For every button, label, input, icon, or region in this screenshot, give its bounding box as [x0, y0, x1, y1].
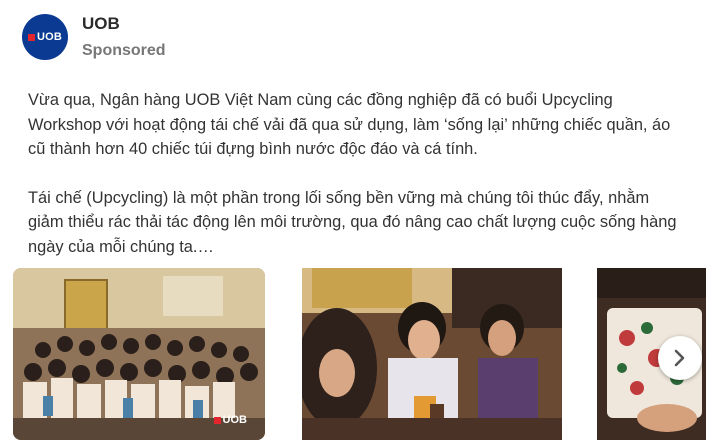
uob-watermark-text: UOB	[222, 414, 247, 426]
carousel-image-group-photo[interactable]: UOB	[13, 268, 265, 440]
workshop-photo-illustration	[302, 268, 562, 440]
carousel-image-workshop[interactable]	[302, 268, 562, 440]
brand-name[interactable]: UOB	[82, 14, 120, 34]
uob-watermark: UOB	[213, 414, 247, 426]
post-text: Vừa qua, Ngân hàng UOB Việt Nam cùng các…	[28, 88, 688, 259]
post-paragraph-1: Vừa qua, Ngân hàng UOB Việt Nam cùng các…	[28, 91, 671, 158]
post-paragraph-2: Tái chế (Upcycling) là một phần trong lố…	[28, 188, 677, 256]
chevron-right-icon	[674, 349, 685, 367]
avatar-logo-text: UOB	[36, 31, 63, 43]
brand-avatar[interactable]: UOB	[22, 14, 68, 60]
carousel-next-button[interactable]	[658, 336, 702, 380]
image-carousel: UOB	[0, 268, 706, 448]
uob-logo-mark	[27, 33, 35, 41]
uob-watermark-mark	[213, 416, 221, 424]
sponsored-label: Sponsored	[82, 42, 166, 59]
